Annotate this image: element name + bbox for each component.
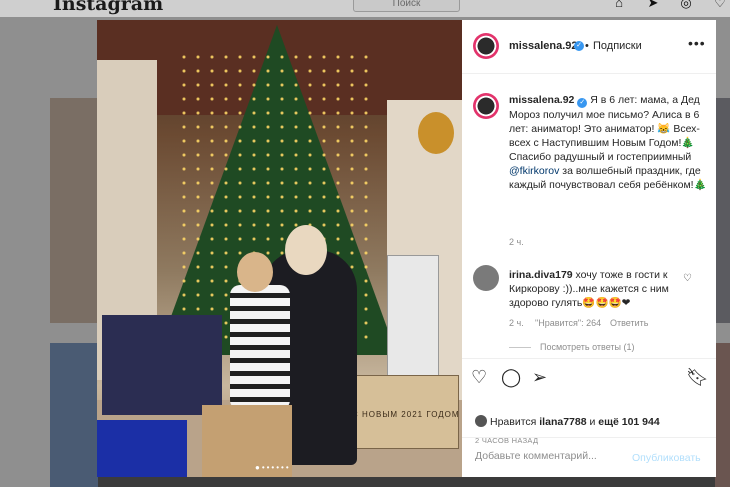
instagram-logo[interactable]: Instagram bbox=[53, 0, 163, 15]
gift-boxes bbox=[102, 315, 222, 415]
comment-avatar[interactable] bbox=[473, 265, 499, 291]
top-navigation-bar: Instagram Поиск ⌂ ➤ ◎ ♡ bbox=[0, 0, 730, 17]
mention-link[interactable]: @fkirkorov bbox=[509, 165, 559, 177]
post-modal: С НОВЫМ 2021 ГОДОМ ●•••••• missalena.92 … bbox=[97, 20, 716, 477]
toy-box bbox=[387, 255, 439, 377]
add-comment-bar: Опубликовать bbox=[462, 437, 716, 478]
girl-head bbox=[237, 252, 273, 292]
verified-badge-icon: ✓ bbox=[577, 98, 588, 108]
reply-button[interactable]: Ответить bbox=[610, 318, 648, 328]
publish-button[interactable]: Опубликовать bbox=[632, 452, 701, 464]
post-caption: missalena.92 ✓ Я в 6 лет: мама, а Дед Мо… bbox=[509, 93, 709, 192]
view-replies-button[interactable]: Посмотреть ответы (1) bbox=[540, 342, 635, 352]
likes-summary[interactable]: Нравится ilana7788 и ещё 101 944 bbox=[475, 415, 660, 428]
like-heart-icon[interactable]: ♡ bbox=[471, 367, 487, 387]
feed-thumbnail bbox=[50, 343, 98, 487]
likes-prefix: Нравится bbox=[490, 416, 537, 428]
search-input[interactable]: Поиск bbox=[353, 0, 460, 12]
direct-icon[interactable]: ➤ bbox=[645, 0, 661, 11]
likes-count[interactable]: ещё 101 944 bbox=[598, 416, 659, 428]
verified-badge-icon: ✓ bbox=[574, 41, 584, 51]
liker-username[interactable]: ilana7788 bbox=[539, 416, 586, 428]
replies-divider bbox=[509, 347, 531, 348]
comment-like-heart-icon[interactable]: ♡ bbox=[683, 273, 692, 284]
likes-joiner: и bbox=[589, 416, 596, 428]
carousel-dots: ●•••••• bbox=[255, 463, 291, 472]
post-sidebar: missalena.92 ✓ • Подписки ••• missalena.… bbox=[462, 20, 716, 477]
post-photo[interactable]: С НОВЫМ 2021 ГОДОМ ●•••••• bbox=[97, 20, 462, 477]
comment-time[interactable]: 2 ч. bbox=[509, 318, 524, 328]
separator-dot: • bbox=[585, 40, 589, 52]
feed-thumbnail bbox=[715, 343, 730, 487]
more-options-icon[interactable]: ••• bbox=[688, 35, 706, 51]
avatar[interactable] bbox=[473, 33, 499, 59]
caption-avatar[interactable] bbox=[473, 93, 499, 119]
following-button[interactable]: Подписки bbox=[593, 40, 642, 52]
comment-input[interactable] bbox=[475, 450, 625, 462]
girl-figure bbox=[230, 285, 290, 410]
explore-icon[interactable]: ◎ bbox=[678, 0, 694, 11]
save-bookmark-icon[interactable]: 🔖︎ bbox=[686, 367, 709, 387]
comment: irina.diva179 хочу тоже в гости к Киркор… bbox=[509, 268, 684, 310]
caption-username[interactable]: missalena.92 bbox=[509, 94, 574, 106]
post-username[interactable]: missalena.92 bbox=[509, 40, 578, 52]
feed-thumbnail bbox=[98, 477, 715, 487]
activity-icon[interactable]: ♡ bbox=[712, 0, 728, 11]
post-header: missalena.92 ✓ • Подписки ••• bbox=[462, 20, 716, 74]
woman-head bbox=[285, 225, 327, 275]
home-icon[interactable]: ⌂ bbox=[611, 0, 627, 11]
liker-avatar bbox=[475, 415, 487, 427]
feed-thumbnail bbox=[715, 98, 730, 323]
caption-time[interactable]: 2 ч. bbox=[509, 237, 524, 247]
post-actions: ♡ ◯ ➢ 🔖︎ Нравится ilana7788 и ещё 101 94… bbox=[462, 358, 716, 449]
feed-thumbnail bbox=[50, 98, 98, 323]
share-icon[interactable]: ➢ bbox=[532, 367, 547, 387]
comment-username[interactable]: irina.diva179 bbox=[509, 269, 573, 281]
crate-lettering: С НОВЫМ 2021 ГОДОМ bbox=[352, 410, 460, 419]
gold-balloon bbox=[418, 112, 454, 154]
blue-gift-bag bbox=[97, 420, 187, 477]
comment-icon[interactable]: ◯ bbox=[501, 367, 521, 387]
comment-likes-count[interactable]: "Нравится": 264 bbox=[535, 318, 601, 328]
